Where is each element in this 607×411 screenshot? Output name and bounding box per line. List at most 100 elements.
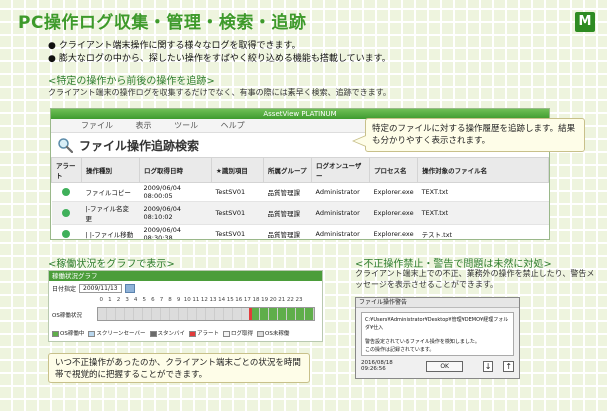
status-segment (287, 308, 296, 320)
hour-tick: 20 (269, 297, 277, 303)
hour-tick: 12 (200, 297, 208, 303)
ok-button[interactable]: OK (426, 360, 463, 372)
table-row[interactable]: | |-ファイル移動 2009/06/04 08:30:38 TestSV01 品質管… (51, 224, 549, 239)
hour-tick: 9 (176, 297, 181, 303)
hour-tick: 13 (209, 297, 217, 303)
table-header-row: アラート 操作種別 ログ取得日時 ★識別項目 所属グループ ログオンユーザー プ… (51, 157, 549, 183)
status-segment (179, 308, 188, 320)
status-segment (296, 308, 305, 320)
col-group[interactable]: 所属グループ (263, 157, 312, 183)
feature-bullets: クライアント端末操作に関する様々なログを取得できます。 膨大なログの中から、探し… (48, 40, 391, 66)
dialog-footer: 2016/08/18 09:26:56 OK ↓ ↑ (356, 360, 519, 372)
section-heading-track: <特定の操作から前後の操作を追跡> (48, 76, 215, 87)
hour-tick: 21 (278, 297, 286, 303)
status-segment (98, 308, 107, 320)
hour-tick: 23 (295, 297, 303, 303)
table-cell: 2009/06/04 08:30:38 (139, 224, 212, 239)
hour-tick: 8 (168, 297, 172, 303)
table-cell: Administrator (311, 224, 370, 239)
col-datetime[interactable]: ログ取得日時 (139, 157, 212, 183)
legend-item: OS未稼働 (257, 329, 289, 337)
legend-item: スタンバイ (149, 329, 185, 337)
log-table: アラート 操作種別 ログ取得日時 ★識別項目 所属グループ ログオンユーザー プ… (51, 157, 549, 239)
hour-tick: 4 (133, 297, 138, 303)
hour-axis: 0 1 2 3 4 5 6 7 8 9 10 11 12 13 14 15 16 17 18 19 20 21 22 23 (97, 297, 303, 303)
status-segment (170, 308, 179, 320)
hour-tick: 7 (159, 297, 164, 303)
date-input[interactable]: 2009/11/13 (79, 283, 122, 293)
hour-tick: 16 (235, 297, 243, 303)
hour-tick: 2 (116, 297, 121, 303)
table-cell: Explorer.exe (369, 201, 418, 225)
m-badge: M (575, 12, 595, 32)
dialog-timestamp: 2016/08/18 09:26:56 (361, 360, 393, 372)
table-cell: ファイルコピー (81, 182, 140, 202)
col-filename[interactable]: 操作対象のファイル名 (417, 157, 549, 183)
col-operation[interactable]: 操作種別 (81, 157, 140, 183)
col-process[interactable]: プロセス名 (368, 157, 419, 183)
col-user[interactable]: ログオンユーザー (311, 157, 370, 183)
hour-tick: 14 (218, 297, 226, 303)
alert-cell (51, 201, 82, 225)
hour-tick: 6 (151, 297, 155, 303)
status-segment (215, 308, 224, 320)
legend-swatch (189, 330, 197, 337)
bullet-item: クライアント端末操作に関する様々なログを取得できます。 (48, 40, 391, 53)
table-cell: 2009/06/04 08:00:05 (139, 182, 212, 202)
status-strip (97, 307, 315, 321)
dialog-message-2: この操作は記録されています。 (365, 347, 435, 353)
status-segment (206, 308, 215, 320)
table-cell: TEXT.txt (417, 201, 549, 225)
section-heading-graph: <稼働状況をグラフで表示> (48, 259, 175, 270)
alert-cell (51, 182, 82, 202)
arrow-down-icon[interactable]: ↓ (482, 360, 494, 372)
graph-panel-title: 稼働状況グラフ (49, 271, 322, 281)
status-segment (152, 308, 161, 320)
date-row: 日付指定 2009/11/13 (49, 281, 322, 295)
menu-item-tools[interactable]: ツール (174, 121, 198, 130)
status-segment (107, 308, 116, 320)
section-text-prevent: クライアント端末上での不正、業務外の操作を禁止したり、警告メッセージを表示させる… (355, 269, 595, 289)
status-dot-icon (61, 188, 70, 196)
menu-item-view[interactable]: 表示 (136, 121, 152, 130)
hour-tick: 18 (252, 297, 260, 303)
status-segment (134, 308, 143, 320)
track-callout: 特定のファイルに対する操作履歴を追跡します。結果も分かりやすく表示されます。 (352, 118, 585, 152)
table-cell: 品質管理課 (263, 201, 312, 225)
table-cell: Explorer.exe (369, 182, 418, 202)
legend-item: スクリーンセーバー (88, 329, 146, 337)
table-cell: Explorer.exe (369, 224, 418, 239)
table-cell: Administrator (311, 201, 370, 225)
table-cell: 2009/06/04 08:10:02 (139, 201, 212, 225)
table-cell: テスト.txt (417, 224, 549, 239)
calendar-icon[interactable] (124, 283, 135, 293)
table-row[interactable]: |-ファイル名変更 2009/06/04 08:10:02 TestSV01 品質管理… (51, 201, 549, 225)
hour-tick: 17 (243, 297, 251, 303)
col-alert[interactable]: アラート (51, 157, 82, 183)
legend-label: ログ取得 (231, 331, 254, 337)
status-segment (188, 308, 197, 320)
dialog-path: C:¥Users¥Administrator¥Desktop¥管理¥DEMO¥経… (365, 317, 509, 331)
status-dot-icon (61, 209, 70, 217)
hour-tick: 0 (99, 297, 104, 303)
table-cell: Administrator (311, 182, 370, 202)
dialog-body: C:¥Users¥Administrator¥Desktop¥管理¥DEMO¥経… (361, 312, 514, 356)
arrow-up-icon[interactable]: ↑ (503, 360, 515, 372)
hour-tick: 11 (192, 297, 200, 303)
legend-label: アラート (197, 331, 220, 337)
status-segment (116, 308, 125, 320)
table-cell: |-ファイル名変更 (81, 201, 140, 225)
status-segment (233, 308, 242, 320)
table-cell: TEXT.txt (417, 182, 549, 202)
legend-swatch (257, 330, 265, 337)
status-dot-icon (61, 230, 70, 238)
legend-item: アラート (189, 329, 219, 337)
table-cell: 品質管理課 (263, 224, 312, 239)
menu-item-help[interactable]: ヘルプ (221, 121, 245, 130)
hour-tick: 22 (286, 297, 294, 303)
app-page-title: ファイル操作追跡検索 (79, 138, 200, 153)
menu-item-file[interactable]: ファイル (81, 121, 113, 130)
col-identifier[interactable]: ★識別項目 (211, 157, 264, 183)
hour-tick: 3 (125, 297, 129, 303)
table-row[interactable]: ファイルコピー 2009/06/04 08:00:05 TestSV01 品質管理課 A… (51, 182, 549, 202)
